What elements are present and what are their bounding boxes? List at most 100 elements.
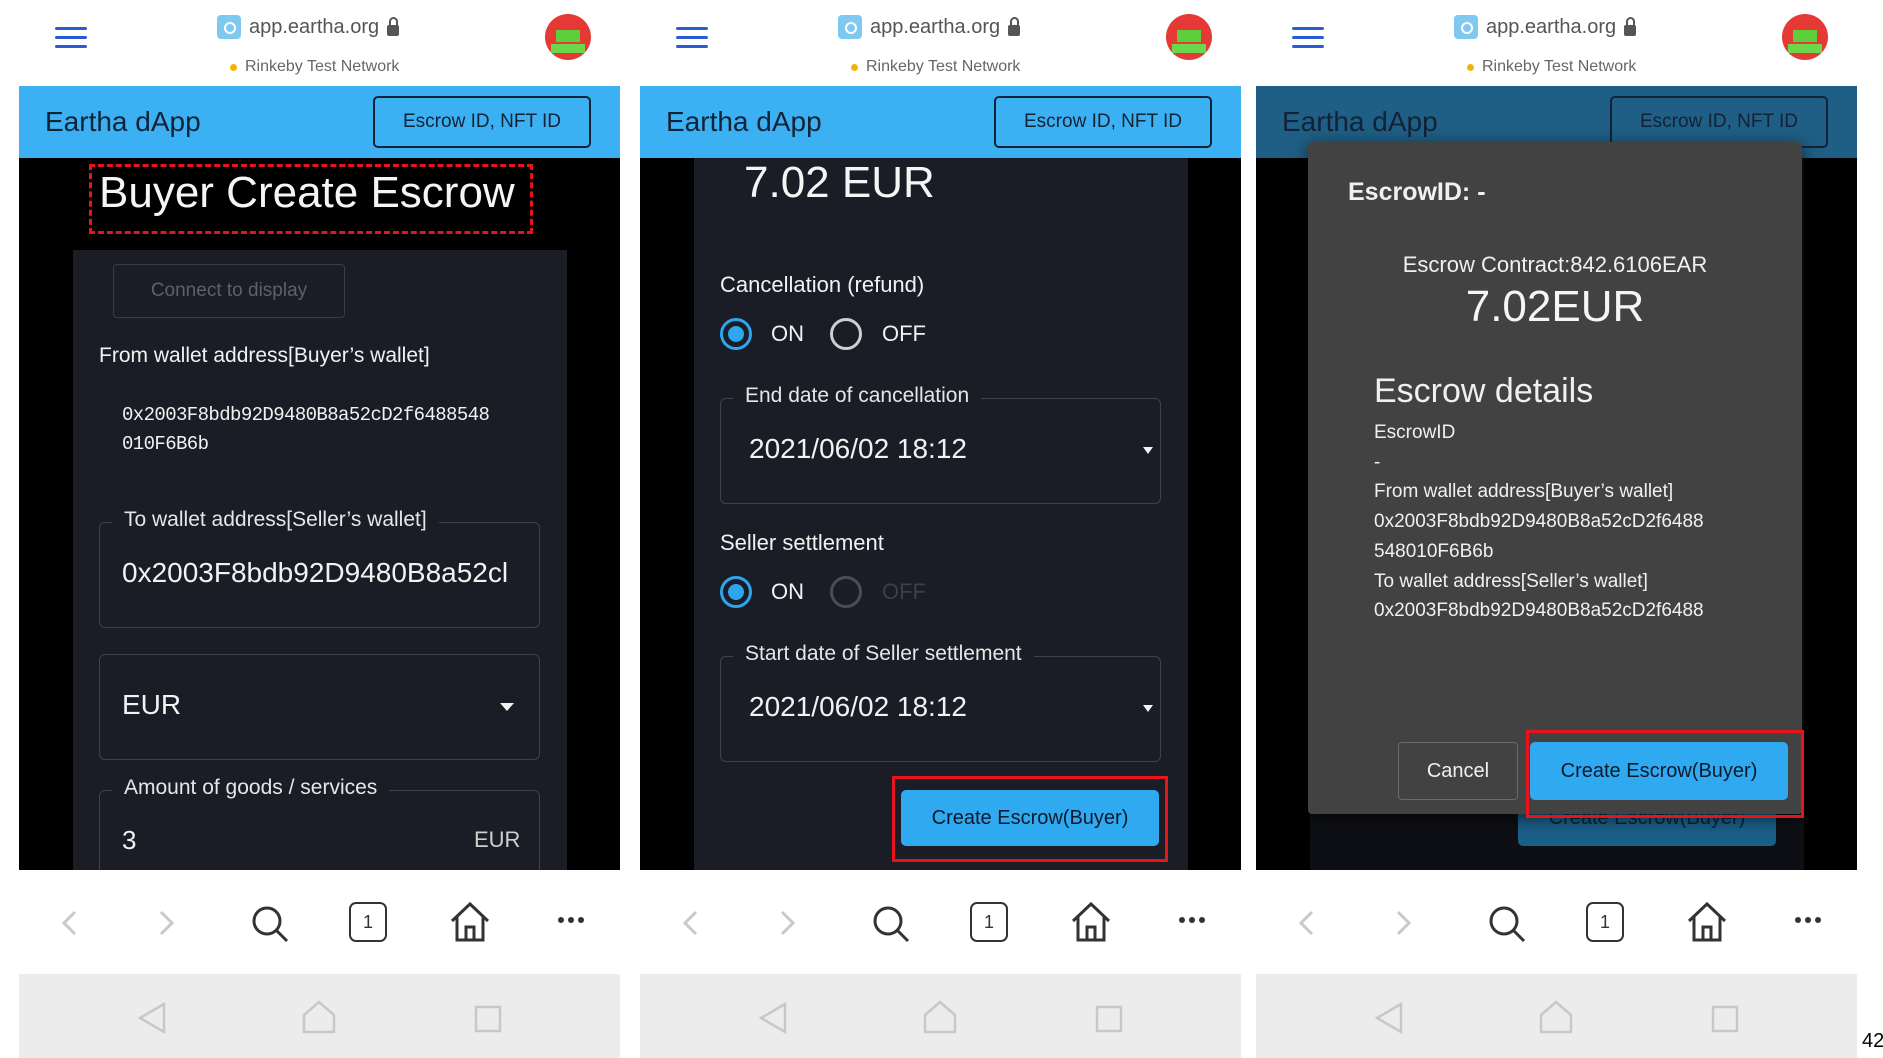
browser-top-bar: app.eartha.org Rinkeby Test Network [1256, 0, 1857, 86]
forward-icon[interactable] [780, 910, 796, 936]
app-header: Eartha dApp Escrow ID, NFT ID [19, 86, 620, 158]
tabs-button[interactable]: 1 [1586, 902, 1624, 942]
cancellation-label: Cancellation (refund) [720, 272, 925, 297]
cancellation-on-radio[interactable] [720, 318, 752, 350]
network-label: Rinkeby Test Network [1482, 58, 1637, 75]
from-wallet-address-line1: 0x2003F8bdb92D9480B8a52cD2f6488548 [122, 404, 490, 426]
menu-icon[interactable] [676, 27, 708, 49]
amount-unit: EUR [474, 827, 521, 852]
lock-icon [387, 16, 400, 36]
more-icon[interactable] [557, 916, 585, 924]
escrow-detail-line: From wallet address[Buyer’s wallet] [1374, 481, 1674, 503]
settlement-on-radio[interactable] [720, 576, 752, 608]
system-nav-bar [640, 974, 1241, 1058]
highlight-box [1526, 730, 1804, 818]
end-date-label: End date of cancellation [733, 384, 982, 408]
amount-label: Amount of goods / services [112, 776, 390, 800]
cancellation-on-label: ON [771, 321, 804, 346]
page-title: Buyer Create Escrow [99, 168, 515, 217]
start-date-select[interactable]: Start date of Seller settlement 2021/06/… [720, 642, 1161, 762]
back-icon[interactable] [61, 910, 77, 936]
address-bar[interactable]: app.eartha.org [217, 14, 400, 40]
network-indicator: Rinkeby Test Network [230, 58, 399, 76]
seller-settlement-label: Seller settlement [720, 530, 884, 555]
system-nav-bar [19, 974, 620, 1058]
chevron-down-icon [500, 703, 514, 711]
amount-input[interactable]: 3 [122, 825, 136, 856]
back-icon[interactable] [682, 910, 698, 936]
home-icon[interactable] [449, 900, 491, 944]
to-wallet-field[interactable]: To wallet address[Seller’s wallet] 0x200… [99, 508, 540, 628]
cancellation-off-label: OFF [882, 321, 926, 346]
system-back-icon[interactable] [758, 1002, 788, 1034]
highlight-box [892, 776, 1168, 862]
home-icon[interactable] [1686, 900, 1728, 944]
address-bar[interactable]: app.eartha.org [1454, 14, 1637, 40]
system-back-icon[interactable] [1374, 1002, 1404, 1034]
forward-icon[interactable] [159, 910, 175, 936]
system-recents-icon[interactable] [1711, 1005, 1739, 1033]
network-dot-icon [1467, 63, 1474, 71]
system-recents-icon[interactable] [1095, 1005, 1123, 1033]
content-area: Buyer Create Escrow Connect to display F… [19, 158, 620, 870]
cancellation-off-radio[interactable] [830, 318, 862, 350]
tabs-button[interactable]: 1 [970, 902, 1008, 942]
settlement-off-radio [830, 576, 862, 608]
menu-icon[interactable] [1292, 27, 1324, 49]
escrow-nft-id-button[interactable]: Escrow ID, NFT ID [1610, 96, 1828, 148]
escrow-detail-line: 548010F6B6b [1374, 540, 1494, 562]
chevron-down-icon [1143, 447, 1153, 454]
back-icon[interactable] [1298, 910, 1314, 936]
escrow-detail-line: 0x2003F8bdb92D9480B8a52cD2f6488 [1374, 600, 1704, 616]
content-area: 7.02 EUR Cancellation (refund) ON OFF En… [640, 158, 1241, 870]
escrow-nft-id-button[interactable]: Escrow ID, NFT ID [373, 96, 591, 148]
forward-icon[interactable] [1396, 910, 1412, 936]
system-back-icon[interactable] [137, 1002, 167, 1034]
search-icon[interactable] [1487, 904, 1527, 944]
search-icon[interactable] [871, 904, 911, 944]
escrow-detail-line: EscrowID [1374, 422, 1456, 443]
escrow-details-list: EscrowID - From wallet address[Buyer’s wal… [1374, 418, 1774, 616]
connect-to-display-button[interactable]: Connect to display [113, 264, 345, 318]
end-date-value: 2021/06/02 18:12 [749, 433, 967, 464]
screen-buyer-create-escrow: app.eartha.org Rinkeby Test Network Eart… [19, 0, 620, 1058]
app-title: Eartha dApp [45, 106, 201, 137]
total-amount: 7.02 EUR [744, 158, 935, 207]
more-icon[interactable] [1178, 916, 1206, 924]
app-title: Eartha dApp [666, 106, 822, 137]
account-avatar[interactable] [1166, 14, 1212, 60]
app-header: Eartha dApp Escrow ID, NFT ID [640, 86, 1241, 158]
escrow-detail-line: To wallet address[Seller’s wallet] [1374, 570, 1648, 592]
network-indicator: Rinkeby Test Network [851, 58, 1020, 76]
account-avatar[interactable] [545, 14, 591, 60]
site-icon [217, 15, 241, 39]
start-date-value: 2021/06/02 18:12 [749, 691, 967, 722]
system-home-icon[interactable] [1538, 1000, 1574, 1034]
escrow-amount: 7.02EUR [1465, 282, 1645, 331]
address-bar[interactable]: app.eartha.org [838, 14, 1021, 40]
end-date-select[interactable]: End date of cancellation 2021/06/02 18:1… [720, 384, 1161, 504]
lock-icon [1624, 16, 1637, 36]
home-icon[interactable] [1070, 900, 1112, 944]
search-icon[interactable] [250, 904, 290, 944]
url-text: app.eartha.org [1486, 15, 1617, 38]
system-home-icon[interactable] [922, 1000, 958, 1034]
escrow-nft-id-button[interactable]: Escrow ID, NFT ID [994, 96, 1212, 148]
system-recents-icon[interactable] [474, 1005, 502, 1033]
app-title: Eartha dApp [1282, 106, 1438, 137]
browser-top-bar: app.eartha.org Rinkeby Test Network [19, 0, 620, 86]
tabs-button[interactable]: 1 [349, 902, 387, 942]
more-icon[interactable] [1794, 916, 1822, 924]
to-wallet-input[interactable]: 0x2003F8bdb92D9480B8a52cl [122, 557, 508, 589]
cancel-button[interactable]: Cancel [1398, 742, 1518, 800]
menu-icon[interactable] [55, 27, 87, 49]
system-home-icon[interactable] [301, 1000, 337, 1034]
form-card [694, 158, 1188, 870]
start-date-label: Start date of Seller settlement [733, 642, 1034, 666]
account-avatar[interactable] [1782, 14, 1828, 60]
network-label: Rinkeby Test Network [245, 58, 400, 75]
chevron-down-icon [1143, 705, 1153, 712]
currency-select[interactable]: EUR [99, 654, 540, 760]
amount-field[interactable]: Amount of goods / services 3 EUR [99, 776, 540, 870]
dialog-title: EscrowID: - [1348, 178, 1486, 206]
